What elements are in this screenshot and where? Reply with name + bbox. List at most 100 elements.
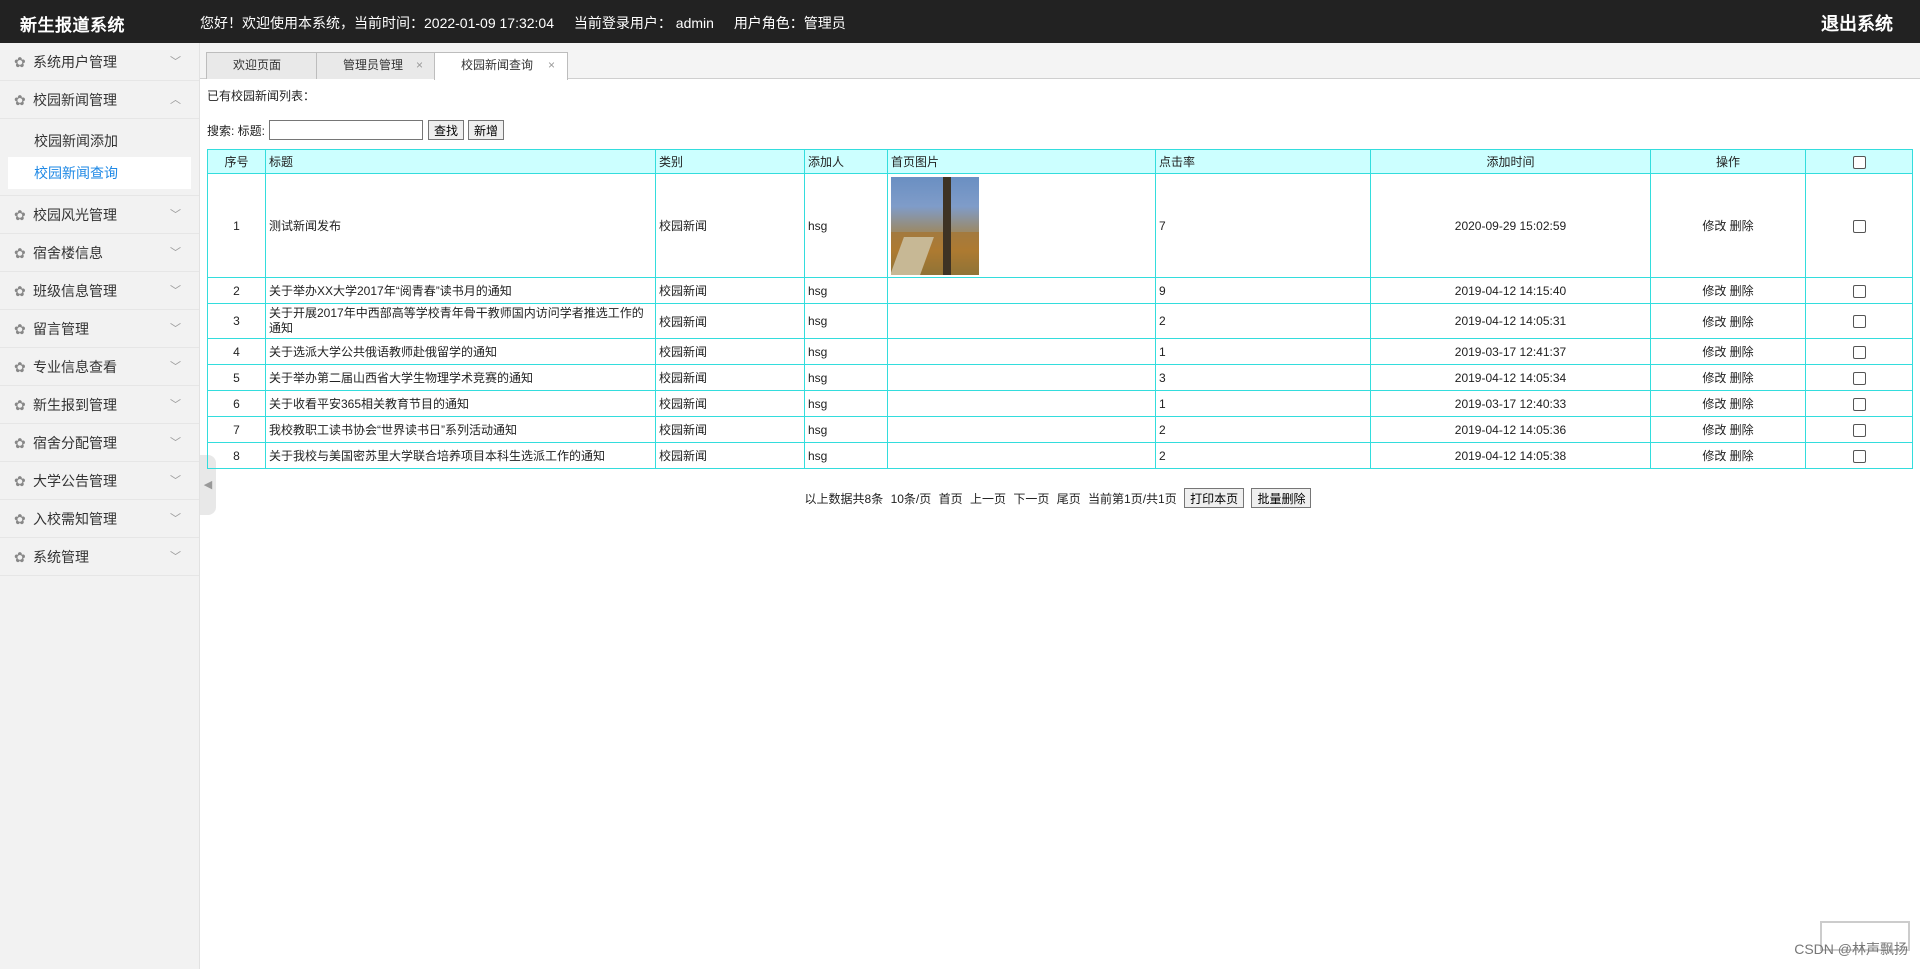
main-content: 已有校园新闻列表： 搜索: 标题: 查找 新增 序号 标题 类别 添加人 首页图… — [207, 84, 1913, 508]
delete-link[interactable]: 删除 — [1730, 449, 1754, 463]
submenu-item-news-add[interactable]: 校园新闻添加 — [8, 125, 191, 157]
sidebar-item-class-info[interactable]: ✿ 班级信息管理 ﹀ — [0, 272, 199, 310]
delete-link[interactable]: 删除 — [1730, 423, 1754, 437]
cell-no: 7 — [207, 416, 266, 443]
row-checkbox[interactable] — [1852, 371, 1866, 385]
delete-link[interactable]: 删除 — [1730, 397, 1754, 411]
cell-no: 8 — [207, 442, 266, 469]
row-checkbox[interactable] — [1852, 397, 1866, 411]
chevron-down-icon: ﹀ — [170, 285, 181, 297]
sidebar-item-messages[interactable]: ✿ 留言管理 ﹀ — [0, 310, 199, 348]
pager-first[interactable]: 首页 — [939, 492, 963, 506]
tab-bar: 欢迎页面 管理员管理 × 校园新闻查询 × — [200, 43, 1920, 80]
row-checkbox[interactable] — [1852, 284, 1866, 298]
batch-delete-button[interactable]: 批量删除 — [1251, 488, 1312, 508]
cell-time: 2019-03-17 12:41:37 — [1370, 338, 1651, 365]
cell-actions: 修改 删除 — [1650, 338, 1806, 365]
sidebar-item-system-users[interactable]: ✿ 系统用户管理 ﹀ — [0, 43, 199, 81]
cell-title: 关于举办第二届山西省大学生物理学术竞赛的通知 — [265, 364, 656, 391]
title-search-input[interactable] — [269, 120, 424, 140]
close-icon[interactable]: × — [548, 53, 555, 78]
tab-welcome[interactable]: 欢迎页面 — [206, 52, 318, 79]
sidebar-item-system[interactable]: ✿ 系统管理 ﹀ — [0, 538, 199, 576]
cell-title: 关于选派大学公共俄语教师赴俄留学的通知 — [265, 338, 656, 365]
sidebar-item-dormitory[interactable]: ✿ 宿舍楼信息 ﹀ — [0, 234, 199, 272]
edit-link[interactable]: 修改 — [1702, 397, 1726, 411]
edit-link[interactable]: 修改 — [1702, 449, 1726, 463]
sidebar-item-admission-notes[interactable]: ✿ 入校需知管理 ﹀ — [0, 500, 199, 538]
gear-icon: ✿ — [14, 511, 26, 527]
tab-admin-manage[interactable]: 管理员管理 × — [316, 52, 436, 79]
sidebar-item-announcements[interactable]: ✿ 大学公告管理 ﹀ — [0, 462, 199, 500]
row-checkbox[interactable] — [1852, 449, 1866, 463]
cell-time: 2020-09-29 15:02:59 — [1370, 173, 1651, 278]
chevron-down-icon: ﹀ — [170, 551, 181, 563]
cell-category: 校园新闻 — [655, 173, 805, 278]
cell-adder: hsg — [804, 416, 888, 443]
edit-link[interactable]: 修改 — [1702, 219, 1726, 233]
edit-link[interactable]: 修改 — [1702, 284, 1726, 298]
gear-icon: ✿ — [14, 397, 26, 413]
sidebar-item-campus-news[interactable]: ✿ 校园新闻管理 ︿ — [0, 81, 199, 119]
add-button[interactable]: 新增 — [468, 120, 505, 140]
cell-title: 关于举办XX大学2017年“阅青春”读书月的通知 — [265, 277, 656, 304]
delete-link[interactable]: 删除 — [1730, 219, 1754, 233]
search-label: 搜索: 标题: — [207, 123, 266, 138]
cell-actions: 修改 删除 — [1650, 442, 1806, 469]
cell-actions: 修改 删除 — [1650, 303, 1806, 339]
cell-adder: hsg — [804, 338, 888, 365]
delete-link[interactable]: 删除 — [1730, 371, 1754, 385]
logout-button[interactable]: 退出系统 — [1821, 10, 1893, 36]
cell-category: 校园新闻 — [655, 277, 805, 304]
gear-icon: ✿ — [14, 283, 26, 299]
cell-adder: hsg — [804, 364, 888, 391]
delete-link[interactable]: 删除 — [1730, 315, 1754, 329]
edit-link[interactable]: 修改 — [1702, 315, 1726, 329]
submenu-item-news-query[interactable]: 校园新闻查询 — [8, 157, 191, 189]
column-header-time: 添加时间 — [1370, 149, 1651, 174]
gear-icon: ✿ — [14, 54, 26, 70]
pager-prev[interactable]: 上一页 — [970, 492, 1006, 506]
select-all-checkbox[interactable] — [1852, 155, 1866, 169]
cell-clicks: 9 — [1155, 277, 1371, 304]
delete-link[interactable]: 删除 — [1730, 345, 1754, 359]
chevron-down-icon: ﹀ — [170, 475, 181, 487]
column-header-select — [1805, 149, 1913, 174]
cell-select — [1805, 303, 1913, 339]
cell-select — [1805, 364, 1913, 391]
sidebar-item-campus-scenery[interactable]: ✿ 校园风光管理 ﹀ — [0, 196, 199, 234]
chevron-down-icon: ﹀ — [170, 56, 181, 68]
sidebar-item-label: 校园风光管理 — [33, 207, 117, 223]
row-checkbox[interactable] — [1852, 423, 1866, 437]
sidebar-item-majors[interactable]: ✿ 专业信息查看 ﹀ — [0, 348, 199, 386]
cell-title: 关于我校与美国密苏里大学联合培养项目本科生选派工作的通知 — [265, 442, 656, 469]
sidebar-item-label: 新生报到管理 — [33, 397, 117, 413]
close-icon[interactable]: × — [416, 53, 423, 78]
column-header-no: 序号 — [207, 149, 266, 174]
table-row: 5 关于举办第二届山西省大学生物理学术竞赛的通知 校园新闻 hsg 3 2019… — [207, 364, 1913, 391]
user-role: 用户角色：管理员 — [733, 15, 846, 31]
sidebar-item-dorm-assign[interactable]: ✿ 宿舍分配管理 ﹀ — [0, 424, 199, 462]
edit-link[interactable]: 修改 — [1702, 345, 1726, 359]
tab-label: 欢迎页面 — [233, 58, 282, 72]
delete-link[interactable]: 删除 — [1730, 284, 1754, 298]
row-checkbox[interactable] — [1852, 345, 1866, 359]
tab-news-query[interactable]: 校园新闻查询 × — [434, 52, 568, 80]
edit-link[interactable]: 修改 — [1702, 423, 1726, 437]
chevron-down-icon: ﹀ — [170, 209, 181, 221]
gear-icon: ✿ — [14, 92, 26, 108]
sidebar-item-registration[interactable]: ✿ 新生报到管理 ﹀ — [0, 386, 199, 424]
pager-next[interactable]: 下一页 — [1013, 492, 1049, 506]
find-button[interactable]: 查找 — [428, 120, 465, 140]
edit-link[interactable]: 修改 — [1702, 371, 1726, 385]
row-checkbox[interactable] — [1852, 219, 1866, 233]
print-page-button[interactable]: 打印本页 — [1184, 488, 1245, 508]
row-checkbox[interactable] — [1852, 315, 1866, 329]
cell-select — [1805, 338, 1913, 365]
cell-image — [887, 390, 1156, 417]
cell-actions: 修改 删除 — [1650, 364, 1806, 391]
cell-select — [1805, 416, 1913, 443]
cell-category: 校园新闻 — [655, 364, 805, 391]
pager-last[interactable]: 尾页 — [1057, 492, 1081, 506]
cell-select — [1805, 390, 1913, 417]
